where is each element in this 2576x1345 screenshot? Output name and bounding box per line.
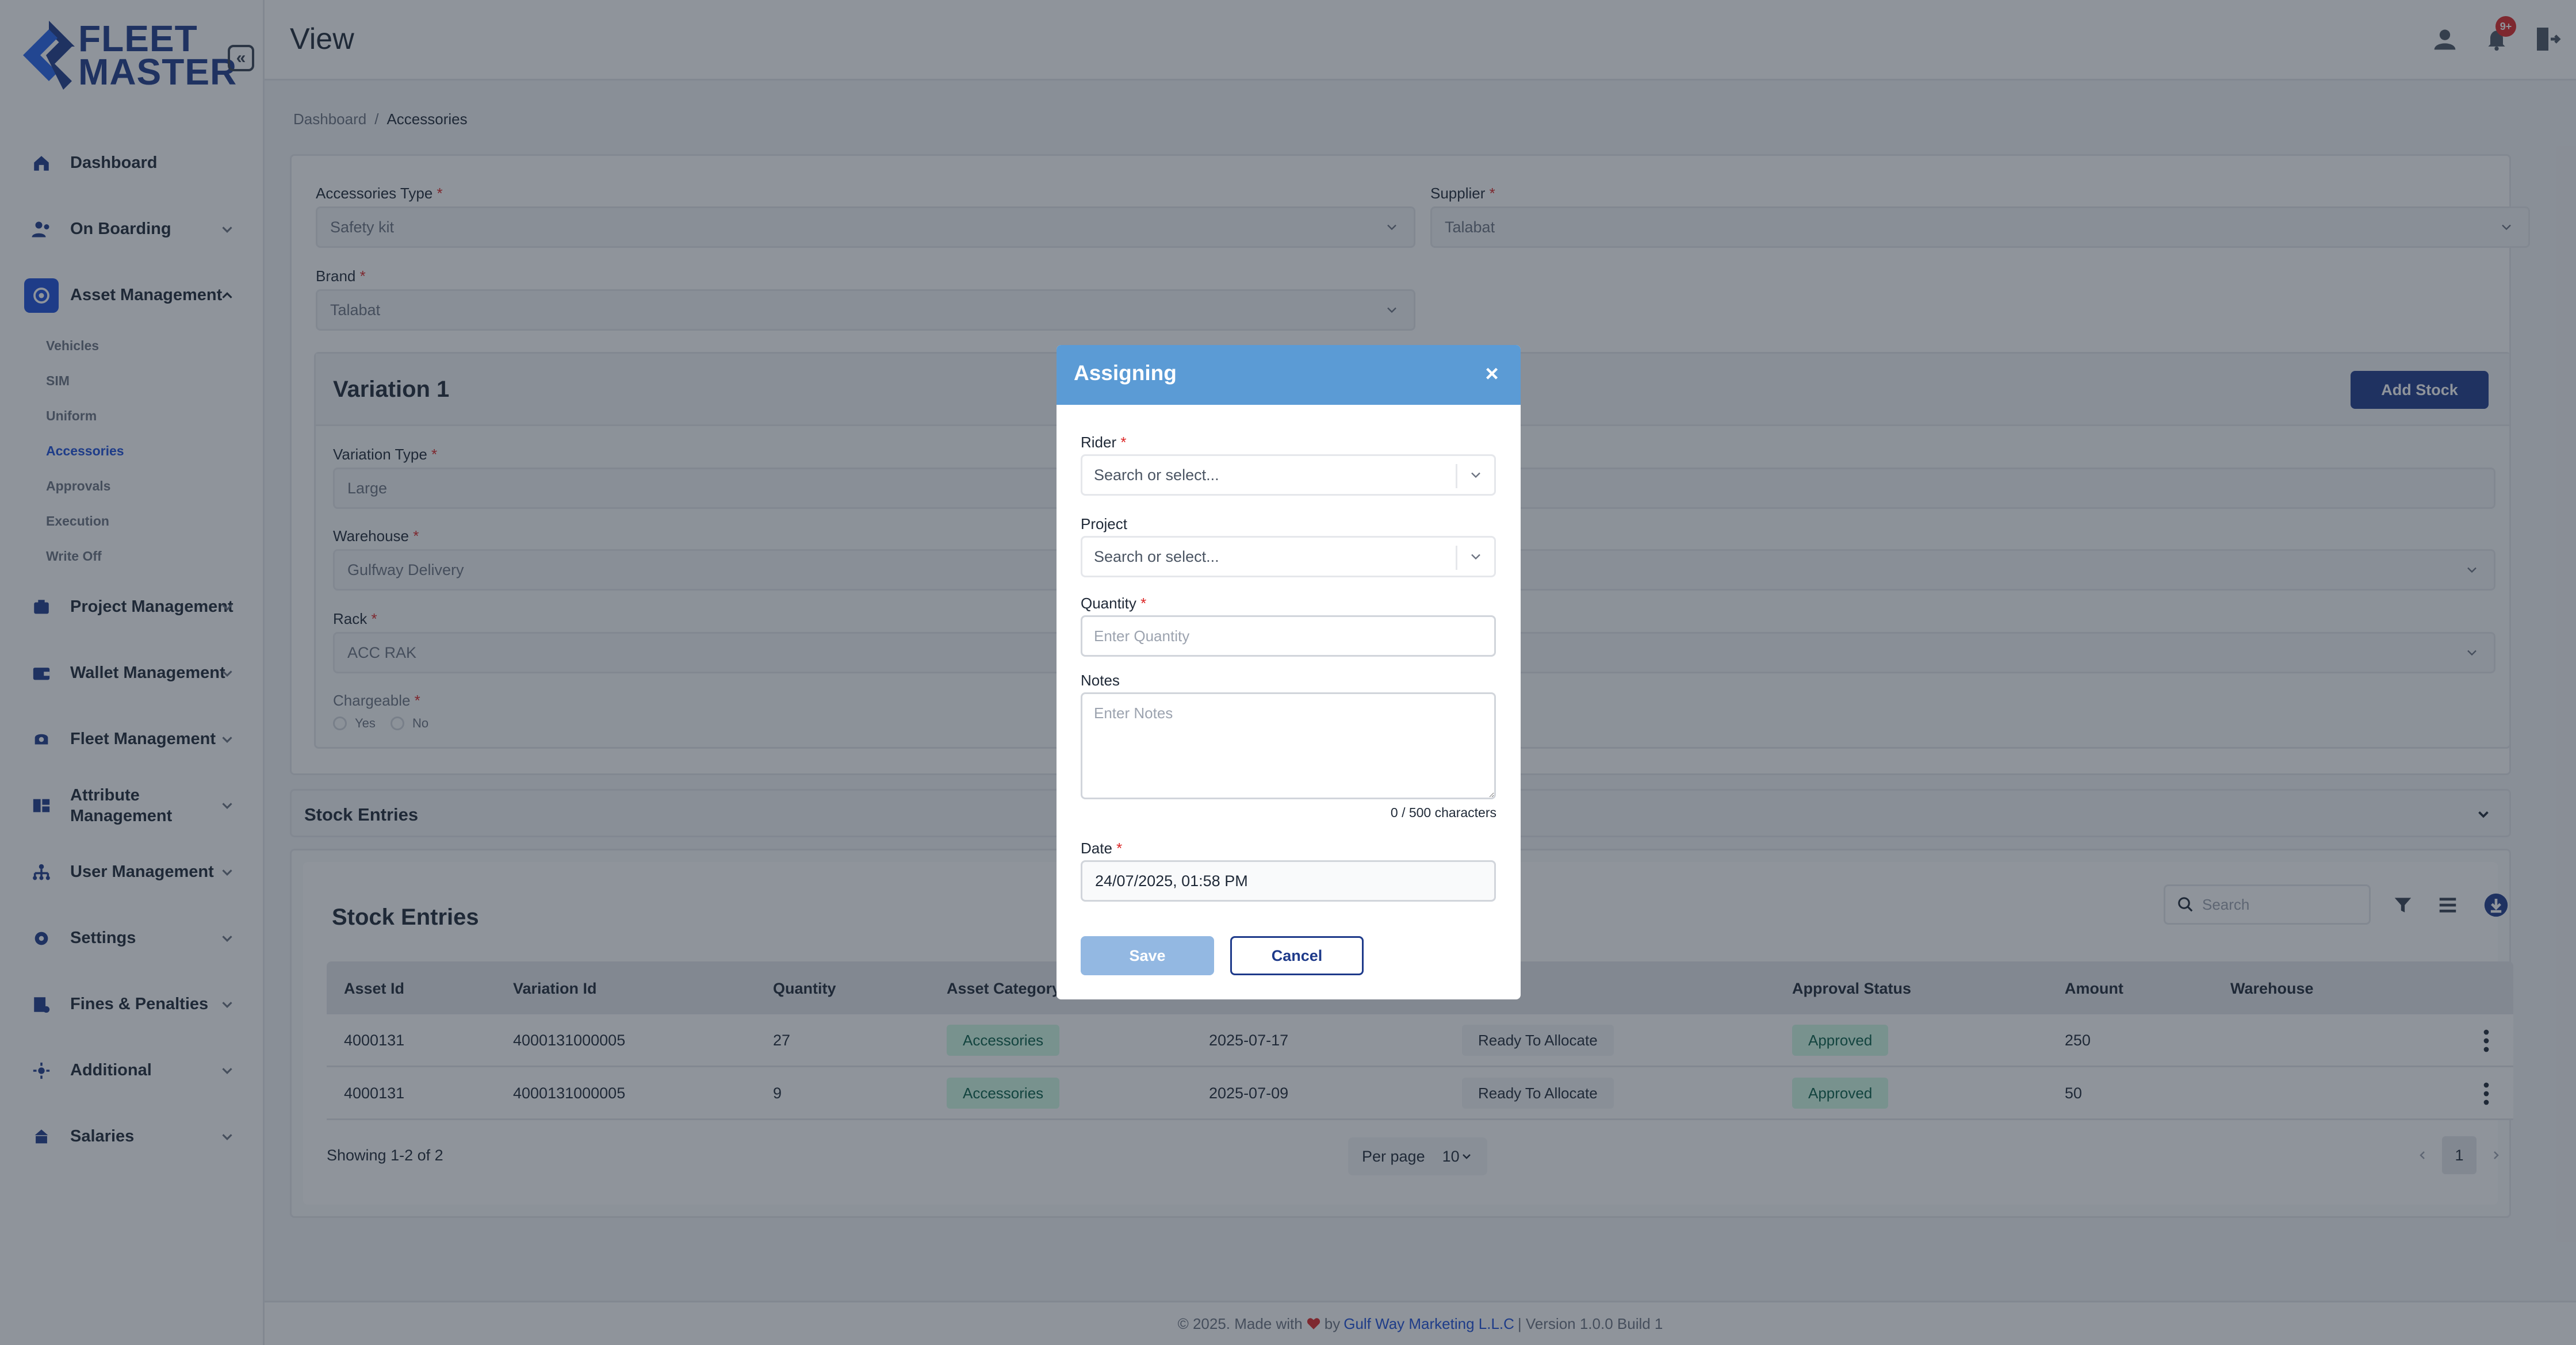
cancel-button[interactable]: Cancel <box>1230 936 1364 975</box>
project-label: Project <box>1081 515 1127 532</box>
quantity-input[interactable] <box>1081 615 1496 657</box>
notes-label: Notes <box>1081 672 1120 689</box>
assigning-modal: Assigning × Rider * Search or select... … <box>1057 345 1521 999</box>
save-button[interactable]: Save <box>1081 936 1214 975</box>
notes-textarea[interactable] <box>1081 692 1496 799</box>
rider-select[interactable]: Search or select... <box>1081 454 1496 496</box>
project-select[interactable]: Search or select... <box>1081 536 1496 577</box>
app-root: FLEET MASTER « Dashboard On Boarding <box>0 0 2576 1345</box>
notes-char-count: 0 / 500 characters <box>1390 805 1496 820</box>
select-divider <box>1456 546 1457 570</box>
close-icon[interactable]: × <box>1480 361 1503 386</box>
rider-label: Rider * <box>1081 434 1127 451</box>
date-value: 24/07/2025, 01:58 PM <box>1095 872 1248 890</box>
rider-placeholder: Search or select... <box>1094 466 1219 484</box>
date-input[interactable]: 24/07/2025, 01:58 PM <box>1081 860 1496 902</box>
modal-title: Assigning <box>1074 361 1177 385</box>
chevron-down-icon <box>1471 554 1480 560</box>
project-placeholder: Search or select... <box>1094 547 1219 565</box>
quantity-label: Quantity * <box>1081 595 1147 612</box>
modal-header: Assigning × <box>1057 345 1521 405</box>
chevron-down-icon <box>1471 472 1480 478</box>
select-divider <box>1456 464 1457 488</box>
date-label: Date * <box>1081 840 1123 857</box>
